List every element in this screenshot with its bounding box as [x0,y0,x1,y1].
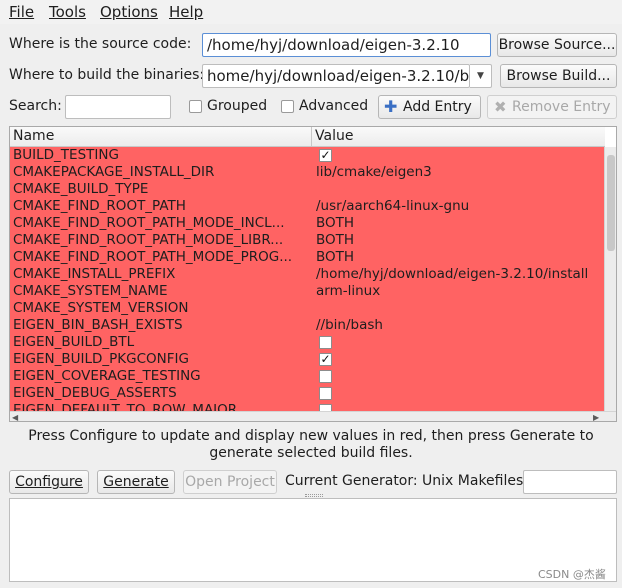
unchecked-checkbox-icon[interactable] [319,336,332,349]
row-name: EIGEN_BIN_BASH_EXISTS [13,317,183,333]
open-project-button[interactable]: Open Project [183,470,277,494]
generate-button[interactable]: Generate [97,470,175,494]
row-value[interactable]: BOTH [316,232,602,249]
menu-bar: File Tools Options Help [0,0,622,24]
info-text: Press Configure to update and display ne… [28,428,594,461]
table-row[interactable]: CMAKE_INSTALL_PREFIX/home/hyj/download/e… [10,266,604,283]
vertical-scrollbar[interactable] [604,147,616,411]
remove-icon: ✖ [494,98,507,116]
splitter-handle[interactable] [305,494,323,497]
remove-entry-label: Remove Entry [512,99,611,115]
menu-options[interactable]: Options [100,3,158,21]
table-row[interactable]: EIGEN_BUILD_BTL [10,334,604,351]
column-divider [311,127,312,147]
menu-tools[interactable]: Tools [49,3,86,21]
scroll-left-icon[interactable]: ◀ [12,413,18,421]
browse-source-button[interactable]: Browse Source... [497,33,617,57]
row-name: CMAKE_FIND_ROOT_PATH [13,198,186,214]
build-path-combobox[interactable]: home/hyj/download/eigen-3.2.10/build [202,64,470,88]
unchecked-checkbox-icon[interactable] [319,370,332,383]
row-name: EIGEN_BUILD_BTL [13,334,135,350]
row-name: EIGEN_COVERAGE_TESTING [13,368,201,384]
row-value[interactable]: BOTH [316,215,602,232]
output-log[interactable] [9,498,617,582]
build-label: Where to build the binaries: [9,67,205,83]
add-entry-label: Add Entry [403,99,472,115]
plus-icon: ✚ [384,97,398,116]
row-value[interactable]: //bin/bash [316,317,602,334]
row-value[interactable]: /usr/aarch64-linux-gnu [316,198,602,215]
row-value[interactable]: /home/hyj/download/eigen-3.2.10/install [316,266,602,283]
checked-checkbox-icon[interactable]: ✓ [319,149,332,162]
search-input[interactable] [65,95,171,119]
row-name: CMAKE_FIND_ROOT_PATH_MODE_INCL... [13,215,285,231]
browse-build-button[interactable]: Browse Build... [500,64,617,88]
table-row[interactable]: EIGEN_DEBUG_ASSERTS [10,385,604,402]
table-row[interactable]: CMAKE_SYSTEM_NAME arm-linux [10,283,604,300]
grouped-checkbox[interactable] [189,100,202,113]
table-row[interactable]: CMAKEPACKAGE_INSTALL_DIR lib/cmake/eigen3 [10,164,604,181]
row-name: CMAKE_FIND_ROOT_PATH_MODE_PROG... [13,249,293,265]
table-row[interactable]: CMAKE_FIND_ROOT_PATH_MODE_PROG... BOTH [10,249,604,266]
unchecked-checkbox-icon[interactable] [319,404,332,411]
chevron-down-icon[interactable]: ▼ [470,64,492,88]
unchecked-checkbox-icon[interactable] [319,387,332,400]
menu-file[interactable]: File [9,3,34,21]
row-name: EIGEN_BUILD_PKGCONFIG [13,351,189,367]
configure-button[interactable]: Configure [9,470,89,494]
row-name: CMAKE_SYSTEM_VERSION [13,300,189,316]
table-row[interactable]: CMAKE_FIND_ROOT_PATH/usr/aarch64-linux-g… [10,198,604,215]
horizontal-scrollbar[interactable]: ◀ ▶ [10,411,616,421]
source-label: Where is the source code: [9,36,192,52]
scroll-right-icon[interactable]: ▶ [593,413,599,421]
row-name: CMAKE_FIND_ROOT_PATH_MODE_LIBR... [13,232,284,248]
advanced-checkbox[interactable] [281,100,294,113]
scrollbar-thumb[interactable] [607,155,615,251]
table-row[interactable]: CMAKE_SYSTEM_VERSION [10,300,604,317]
row-name: BUILD_TESTING [13,147,119,163]
table-body: BUILD_TESTING ✓ CMAKEPACKAGE_INSTALL_DIR li… [10,147,604,411]
watermark-text: CSDN @杰酱 [538,568,606,581]
remove-entry-button[interactable]: ✖ Remove Entry [487,95,617,119]
row-value[interactable]: arm-linux [316,283,602,300]
table-row[interactable]: CMAKE_BUILD_TYPE [10,181,604,198]
checked-checkbox-icon[interactable]: ✓ [319,353,332,366]
table-row[interactable]: EIGEN_BUILD_PKGCONFIG ✓ [10,351,604,368]
table-row[interactable]: BUILD_TESTING ✓ [10,147,604,164]
row-value[interactable]: lib/cmake/eigen3 [316,164,602,181]
table-row[interactable]: EIGEN_BIN_BASH_EXISTS //bin/bash [10,317,604,334]
column-header-name[interactable]: Name [13,128,54,144]
table-header: Name Value [10,127,605,147]
grouped-label: Grouped [207,98,268,114]
search-label: Search: [9,98,62,114]
current-generator-label: Current Generator: Unix Makefiles [285,473,524,489]
row-name: CMAKE_BUILD_TYPE [13,181,149,197]
add-entry-button[interactable]: ✚ Add Entry [378,95,481,119]
row-name: EIGEN_DEBUG_ASSERTS [13,385,177,401]
table-row[interactable]: CMAKE_FIND_ROOT_PATH_MODE_LIBR... BOTH [10,232,604,249]
generator-field [523,470,617,494]
row-value[interactable]: BOTH [316,249,602,266]
table-row[interactable]: CMAKE_FIND_ROOT_PATH_MODE_INCL... BOTH [10,215,604,232]
row-name: EIGEN_DEFAULT_TO_ROW_MAJOR [13,402,238,411]
table-row[interactable]: EIGEN_COVERAGE_TESTING [10,368,604,385]
advanced-label: Advanced [299,98,369,114]
menu-help[interactable]: Help [169,3,203,21]
cache-table: Name Value BUILD_TESTING ✓ CMAKEPACKAGE_IN… [9,126,617,422]
row-name: CMAKE_SYSTEM_NAME [13,283,168,299]
row-name: CMAKE_INSTALL_PREFIX [13,266,176,282]
column-header-value[interactable]: Value [315,128,353,144]
source-path-input[interactable]: /home/hyj/download/eigen-3.2.10 [202,33,491,57]
table-row[interactable]: EIGEN_DEFAULT_TO_ROW_MAJOR [10,402,604,411]
row-name: CMAKEPACKAGE_INSTALL_DIR [13,164,215,180]
